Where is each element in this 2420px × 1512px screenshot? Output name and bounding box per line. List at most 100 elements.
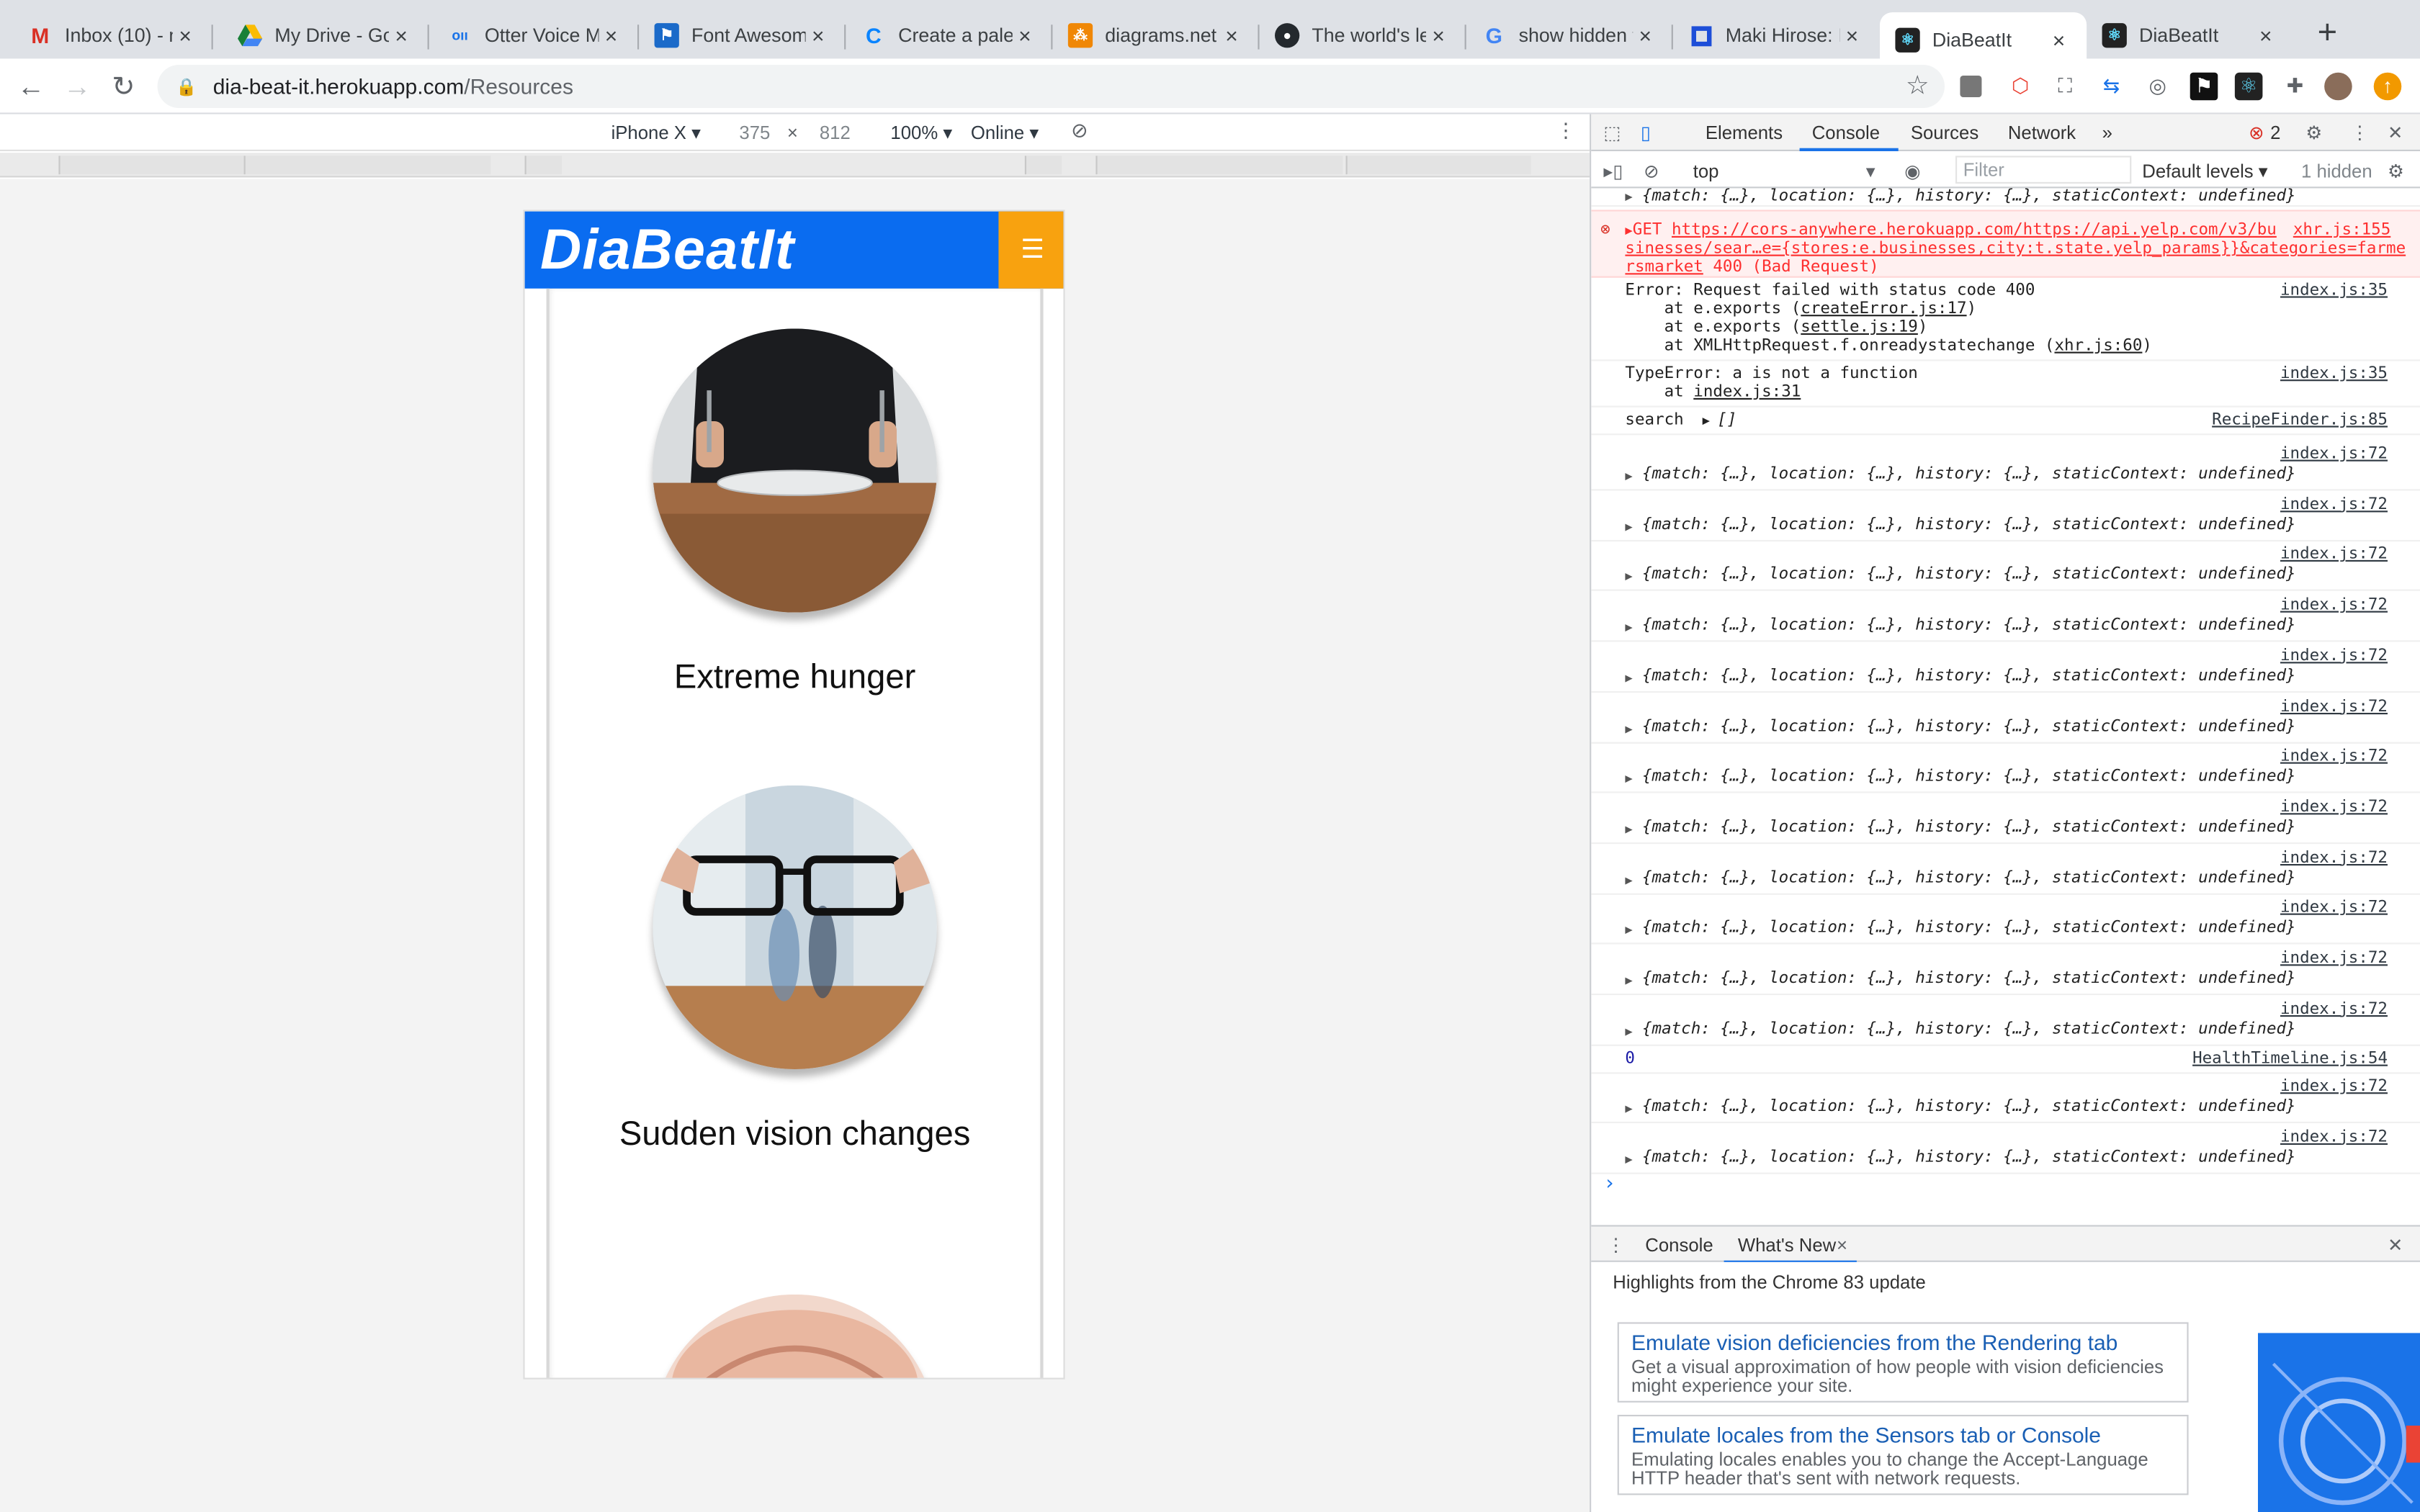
whats-new-card[interactable]: Emulate locales from the Sensors tab or … [1617,1414,2189,1495]
expand-triangle-icon[interactable]: ▶ [1625,772,1632,786]
clear-console-icon[interactable]: ⊘ [1644,161,1659,182]
device-toggle-icon[interactable]: ▯ [1641,122,1651,143]
network-select[interactable]: Online ▾ [971,122,1039,143]
address-bar[interactable]: 🔒 dia-beat-it.herokuapp.com/Resources ☆ [157,65,1945,108]
console-message[interactable]: index.js:72 ▶ {match: {…}, location: {…}, … [1591,744,2420,793]
new-tab-button[interactable]: + [2309,14,2346,52]
extension-icon[interactable] [1960,76,1982,97]
close-tab-icon[interactable]: × [2046,28,2071,53]
console-prompt[interactable]: › [1603,1173,1615,1196]
close-tab-icon[interactable]: × [389,23,413,48]
browser-tab[interactable]: oıı Otter Voice M × [432,12,640,58]
close-tab-icon[interactable]: × [2254,23,2278,48]
close-tab-icon[interactable]: × [1426,23,1451,48]
expand-triangle-icon[interactable]: ▶ [1625,621,1632,634]
console-message[interactable]: index.js:72 ▶ {match: {…}, location: {…}, … [1591,693,2420,743]
card-title[interactable]: Emulate vision deficiencies from the Ren… [1631,1330,2174,1354]
close-tab-icon[interactable]: × [806,23,830,48]
card-title[interactable]: Emulate locales from the Sensors tab or … [1631,1423,2174,1447]
browser-tab[interactable]: My Drive - Go × [223,12,429,58]
expand-triangle-icon[interactable]: ▶ [1625,1024,1632,1038]
error-icon[interactable]: ⊗ [2249,122,2264,143]
height-input[interactable]: 812 [820,122,851,143]
expand-triangle-icon[interactable]: ▶ [1625,469,1632,482]
drawer-tab-console[interactable]: Console [1645,1234,1713,1256]
tab-network[interactable]: Network [2008,122,2076,143]
width-input[interactable]: 375 [739,122,770,143]
expand-triangle-icon[interactable]: ▶ [1625,822,1632,836]
zoom-select[interactable]: 100% ▾ [890,122,952,143]
browser-tab[interactable]: G show hidden f × [1466,12,1673,58]
browser-tab[interactable]: ⚛ DiaBeatIt × [2087,12,2293,58]
console-message[interactable]: search ▶ [] RecipeFinder.js:85 [1591,408,2420,436]
close-drawer-icon[interactable]: ✕ [2388,1234,2403,1256]
flag-extension-icon[interactable]: ⚑ [2190,72,2218,101]
console-message[interactable]: index.js:72 ▶ {match: {…}, location: {…}, … [1591,946,2420,996]
console-message[interactable]: index.js:72 ▶ {match: {…}, location: {…}, … [1591,542,2420,592]
close-devtools-icon[interactable]: ✕ [2388,122,2403,143]
browser-tab[interactable]: Maki Hirose: L × [1673,12,1880,58]
close-tab-icon[interactable]: × [599,23,623,48]
error-count[interactable]: 2 [2270,122,2280,143]
cookie-icon[interactable]: ◎ [2143,73,2172,101]
console-message[interactable]: index.js:72 ▶ {match: {…}, location: {…}, … [1591,643,2420,693]
close-tab-icon[interactable]: × [1837,1234,1847,1256]
sync-icon[interactable]: ⇆ [2097,73,2125,101]
expand-triangle-icon[interactable]: ▶ [1625,671,1632,685]
browser-tab[interactable]: C Create a palet × [846,12,1053,58]
update-icon[interactable]: ↑ [2373,72,2402,101]
react-devtools-icon[interactable]: ⚛ [2234,72,2263,101]
brand-logo[interactable]: DiaBeatIt [540,217,794,282]
close-tab-icon[interactable]: × [1633,23,1657,48]
console-message[interactable]: index.js:72 ▶ {match: {…}, location: {…}, … [1591,996,2420,1046]
close-tab-icon[interactable]: × [1219,23,1244,48]
expand-triangle-icon[interactable]: ▶ [1625,1152,1632,1166]
console-message[interactable]: index.js:72 ▶ {match: {…}, location: {…}, … [1591,794,2420,844]
console-message[interactable]: index.js:72 ▶ {match: {…}, location: {…}, … [1591,593,2420,642]
console-message[interactable]: index.js:72 ▶ {match: {…}, location: {…}, … [1591,845,2420,894]
expand-triangle-icon[interactable]: ▶ [1625,570,1632,584]
expand-triangle-icon[interactable]: ▶ [1625,973,1632,987]
back-icon[interactable]: ← [15,71,46,102]
expand-triangle-icon[interactable]: ▶ [1625,519,1632,533]
context-dropdown-icon[interactable]: ▾ [1866,161,1876,182]
console-message[interactable]: index.js:72 ▶ {match: {…}, location: {…}, … [1591,492,2420,541]
console-error-message[interactable]: ⊗ ▶GET https://cors-anywhere.herokuapp.c… [1591,210,2420,278]
console-message[interactable]: index.js:72 ▶ {match: {…}, location: {…}, … [1591,895,2420,945]
expand-triangle-icon[interactable]: ▶ [1625,1102,1632,1115]
console-settings-icon[interactable]: ⚙ [2388,161,2404,182]
more-tabs-icon[interactable]: » [2102,122,2112,143]
browser-tab[interactable]: ⚑ Font Awesome × [639,12,846,58]
browser-tab[interactable]: ● The world's le × [1260,12,1466,58]
browser-tab[interactable]: M Inbox (10) - m × [12,12,213,58]
console-message[interactable]: 0 HealthTimeline.js:54 [1591,1046,2420,1074]
browser-tab[interactable]: ⁂ diagrams.net × [1052,12,1260,58]
reload-icon[interactable]: ↻ [108,71,139,102]
console-message[interactable]: TypeError: a is not a function at index.… [1591,361,2420,408]
expand-triangle-icon[interactable]: ▶ [1625,923,1632,937]
close-tab-icon[interactable]: × [1013,23,1037,48]
console-message[interactable]: Error: Request failed with status code 4… [1591,278,2420,361]
log-levels-select[interactable]: Default levels ▾ [2142,161,2267,182]
more-options-icon[interactable]: ⋮ [1556,119,1576,143]
context-select[interactable]: top [1693,161,1719,182]
sidebar-toggle-icon[interactable]: ▸▯ [1603,161,1623,182]
tab-sources[interactable]: Sources [1911,122,1978,143]
close-tab-icon[interactable]: × [173,23,197,48]
rotate-icon[interactable]: ⊘ [1071,119,1088,143]
drawer-menu-icon[interactable]: ⋮ [1607,1234,1626,1256]
console-message[interactable]: index.js:72 ▶ {match: {…}, location: {…}, … [1591,1124,2420,1174]
device-select[interactable]: iPhone X ▾ [611,122,701,143]
inspect-element-icon[interactable]: ⬚ [1603,122,1621,143]
extension-badge-icon[interactable]: ⬡ [2007,73,2035,101]
forward-icon[interactable]: → [62,71,93,102]
tab-elements[interactable]: Elements [1706,122,1783,143]
close-tab-icon[interactable]: × [1839,23,1864,48]
live-expression-eye-icon[interactable]: ◉ [1904,161,1920,182]
avatar[interactable] [2324,72,2352,101]
settings-gear-icon[interactable]: ⚙ [2305,122,2322,143]
tab-console[interactable]: Console [1812,122,1880,143]
console-message[interactable]: index.js:72 ▶ {match: {…}, location: {…}, … [1591,1074,2420,1123]
drawer-tab-whats-new[interactable]: What's New [1738,1234,1836,1256]
bookmark-star-icon[interactable]: ☆ [1906,71,1930,102]
